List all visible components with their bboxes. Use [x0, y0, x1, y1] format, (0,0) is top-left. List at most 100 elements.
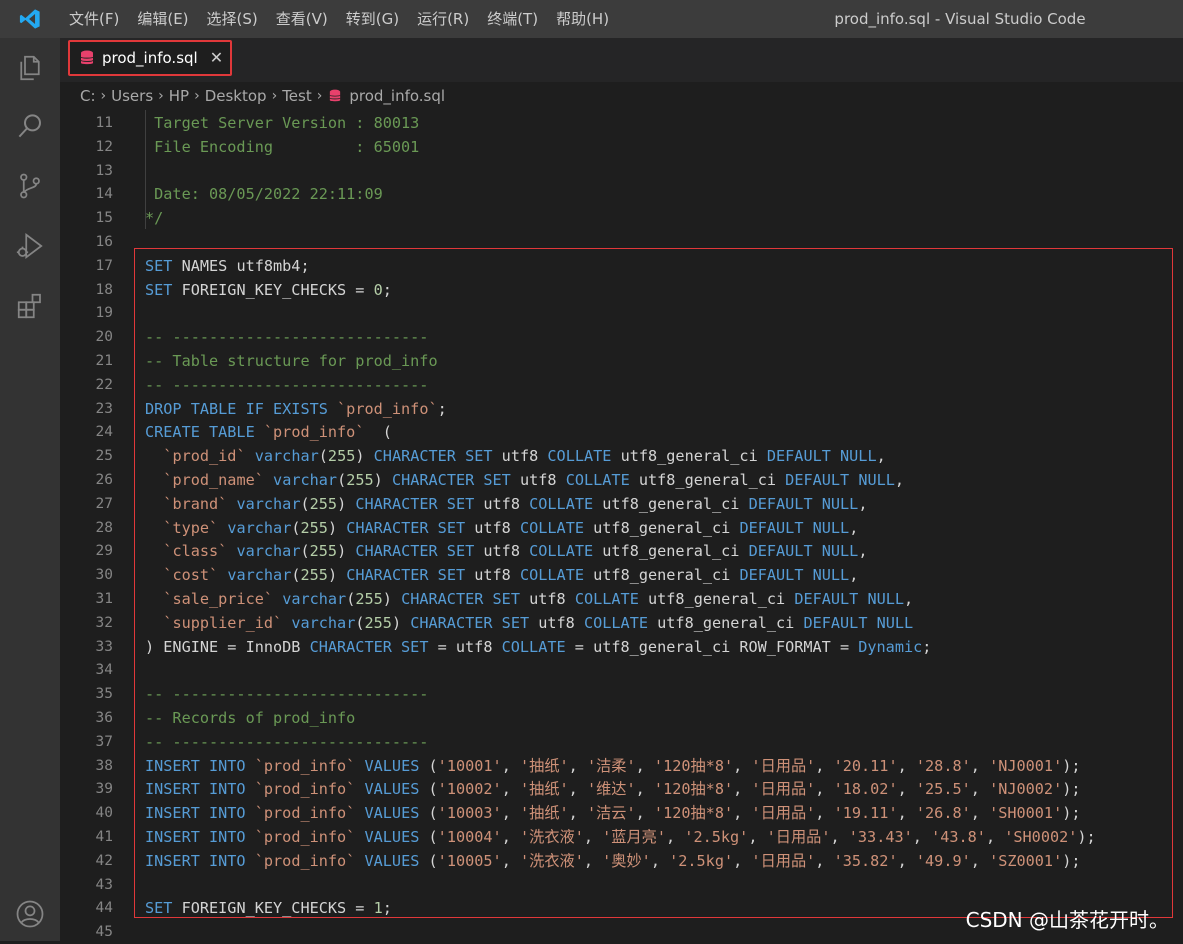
code-line[interactable]: 26 `prod_name` varchar(255) CHARACTER SE…	[60, 468, 1183, 492]
code-line[interactable]: 35 -- ----------------------------	[60, 682, 1183, 706]
code-line[interactable]: 32 `supplier_id` varchar(255) CHARACTER …	[60, 611, 1183, 635]
code-token: '10002'	[437, 780, 502, 799]
code-line[interactable]: 42 INSERT INTO `prod_info` VALUES ('10005…	[60, 849, 1183, 873]
code-line[interactable]: 37 -- ----------------------------	[60, 730, 1183, 754]
code-token: `type`	[163, 518, 219, 537]
code-line[interactable]: 11 Target Server Version : 80013	[60, 111, 1183, 135]
code-line[interactable]: 27 `brand` varchar(255) CHARACTER SET ut…	[60, 492, 1183, 516]
code-line[interactable]: 13	[60, 159, 1183, 183]
code-line[interactable]: 38 INSERT INTO `prod_info` VALUES ('10001…	[60, 754, 1183, 778]
menu-item[interactable]: 选择(S)	[198, 0, 267, 38]
code-line[interactable]: 12 File Encoding : 65001	[60, 135, 1183, 159]
code-token: ,	[970, 756, 990, 775]
tab-prod-info-sql[interactable]: prod_info.sql ✕	[68, 40, 232, 76]
code-line[interactable]: 34	[60, 658, 1183, 682]
code-line[interactable]: 30 `cost` varchar(255) CHARACTER SET utf…	[60, 563, 1183, 587]
code-line[interactable]: 33) ENGINE = InnoDB CHARACTER SET = utf8…	[60, 635, 1183, 659]
code-line[interactable]: 22 -- ----------------------------	[60, 373, 1183, 397]
code-line[interactable]: 40 INSERT INTO `prod_info` VALUES ('10003…	[60, 801, 1183, 825]
code-token: INSERT INTO	[145, 828, 246, 846]
menu-item[interactable]: 编辑(E)	[128, 0, 197, 38]
code-line[interactable]: 39 INSERT INTO `prod_info` VALUES ('10002…	[60, 777, 1183, 801]
breadcrumb-item[interactable]: Desktop	[205, 87, 267, 105]
code-line[interactable]: 36 -- Records of prod_info	[60, 706, 1183, 730]
code-token: ,	[970, 780, 990, 799]
menu-item[interactable]: 运行(R)	[408, 0, 478, 38]
extensions-icon[interactable]	[12, 288, 48, 324]
code-token: 'NJ0002'	[989, 780, 1063, 799]
code-token: ;	[922, 637, 932, 656]
code-token: (	[300, 494, 310, 513]
code-token: '20.11'	[833, 756, 898, 775]
code-editor[interactable]: 11 Target Server Version : 80013 12 File …	[60, 110, 1183, 941]
run-debug-icon[interactable]	[12, 228, 48, 264]
code-line[interactable]: 16	[60, 230, 1183, 254]
code-line[interactable]: 15 */	[60, 206, 1183, 230]
breadcrumb-item[interactable]: C:	[80, 87, 96, 105]
breadcrumb-file[interactable]: prod_info.sql	[349, 87, 445, 105]
code-line[interactable]: 29 `class` varchar(255) CHARACTER SET ut…	[60, 539, 1183, 563]
breadcrumb-item[interactable]: Test	[282, 87, 312, 105]
code-token: '洗衣液'	[519, 828, 584, 846]
code-token: '19.11'	[833, 804, 898, 823]
code-token: '抽纸'	[519, 780, 569, 799]
code-token: 255	[346, 471, 374, 489]
window-title: prod_info.sql - Visual Studio Code	[834, 10, 1086, 28]
code-token: (	[419, 828, 438, 846]
source-control-icon[interactable]	[12, 168, 48, 204]
code-line[interactable]: 18 SET FOREIGN_KEY_CHECKS = 0;	[60, 278, 1183, 302]
menu-item[interactable]: 转到(G)	[337, 0, 408, 38]
breadcrumb-item[interactable]: HP	[169, 87, 189, 105]
code-token: -- Table structure for prod_info	[145, 352, 438, 370]
menu-item[interactable]: 终端(T)	[478, 0, 547, 38]
code-token: ,	[568, 756, 587, 775]
code-token: DEFAULT NULL	[803, 613, 914, 632]
line-number: 13	[95, 162, 113, 179]
code-line[interactable]: 14 Date: 08/05/2022 22:11:09	[60, 182, 1183, 206]
code-text: SET FOREIGN_KEY_CHECKS = 0;	[145, 278, 392, 302]
code-token: '蓝月亮'	[602, 828, 666, 846]
code-text: SET FOREIGN_KEY_CHECKS = 1;	[145, 896, 392, 920]
close-icon[interactable]: ✕	[210, 50, 223, 66]
code-token: COLLATE	[529, 494, 594, 513]
code-token: Target Server Version : 80013	[145, 114, 420, 132]
code-token: Dynamic	[858, 637, 923, 656]
code-token: ,	[501, 780, 520, 799]
code-token: COLLATE	[519, 518, 584, 537]
code-line[interactable]: 19	[60, 301, 1183, 325]
code-line[interactable]: 23 DROP TABLE IF EXISTS `prod_info`;	[60, 397, 1183, 421]
line-number: 28	[95, 519, 113, 536]
menu-item[interactable]: 文件(F)	[60, 0, 128, 38]
code-line[interactable]: 28 `type` varchar(255) CHARACTER SET utf…	[60, 516, 1183, 540]
code-line[interactable]: 43	[60, 873, 1183, 897]
code-token: )	[355, 447, 374, 466]
search-icon[interactable]	[12, 108, 48, 144]
code-token: '2.5kg'	[669, 851, 734, 870]
code-line[interactable]: 25 `prod_id` varchar(255) CHARACTER SET …	[60, 444, 1183, 468]
code-token: ,	[897, 851, 916, 870]
code-line[interactable]: 20 -- ----------------------------	[60, 325, 1183, 349]
vscode-logo-icon[interactable]	[0, 0, 60, 38]
chevron-right-icon: ›	[100, 88, 107, 104]
code-token: ,	[748, 828, 767, 846]
code-token: 'SH0002'	[1004, 828, 1078, 846]
breadcrumb-item[interactable]: Users	[111, 87, 153, 105]
code-text: -- Table structure for prod_info	[145, 349, 438, 373]
code-line[interactable]: 21 -- Table structure for prod_info	[60, 349, 1183, 373]
code-text: -- ----------------------------	[145, 682, 428, 706]
menu-item[interactable]: 帮助(H)	[547, 0, 618, 38]
code-line[interactable]: 31 `sale_price` varchar(255) CHARACTER S…	[60, 587, 1183, 611]
code-line[interactable]: 17 SET NAMES utf8mb4;	[60, 254, 1183, 278]
line-number: 43	[95, 876, 113, 893]
code-token: 'SZ0001'	[989, 851, 1063, 870]
code-line[interactable]: 24 CREATE TABLE `prod_info` (	[60, 420, 1183, 444]
explorer-icon[interactable]	[12, 50, 48, 86]
code-line[interactable]: 41 INSERT INTO `prod_info` VALUES ('10004…	[60, 825, 1183, 849]
menu-item[interactable]: 查看(V)	[267, 0, 337, 38]
account-icon[interactable]	[12, 896, 48, 932]
